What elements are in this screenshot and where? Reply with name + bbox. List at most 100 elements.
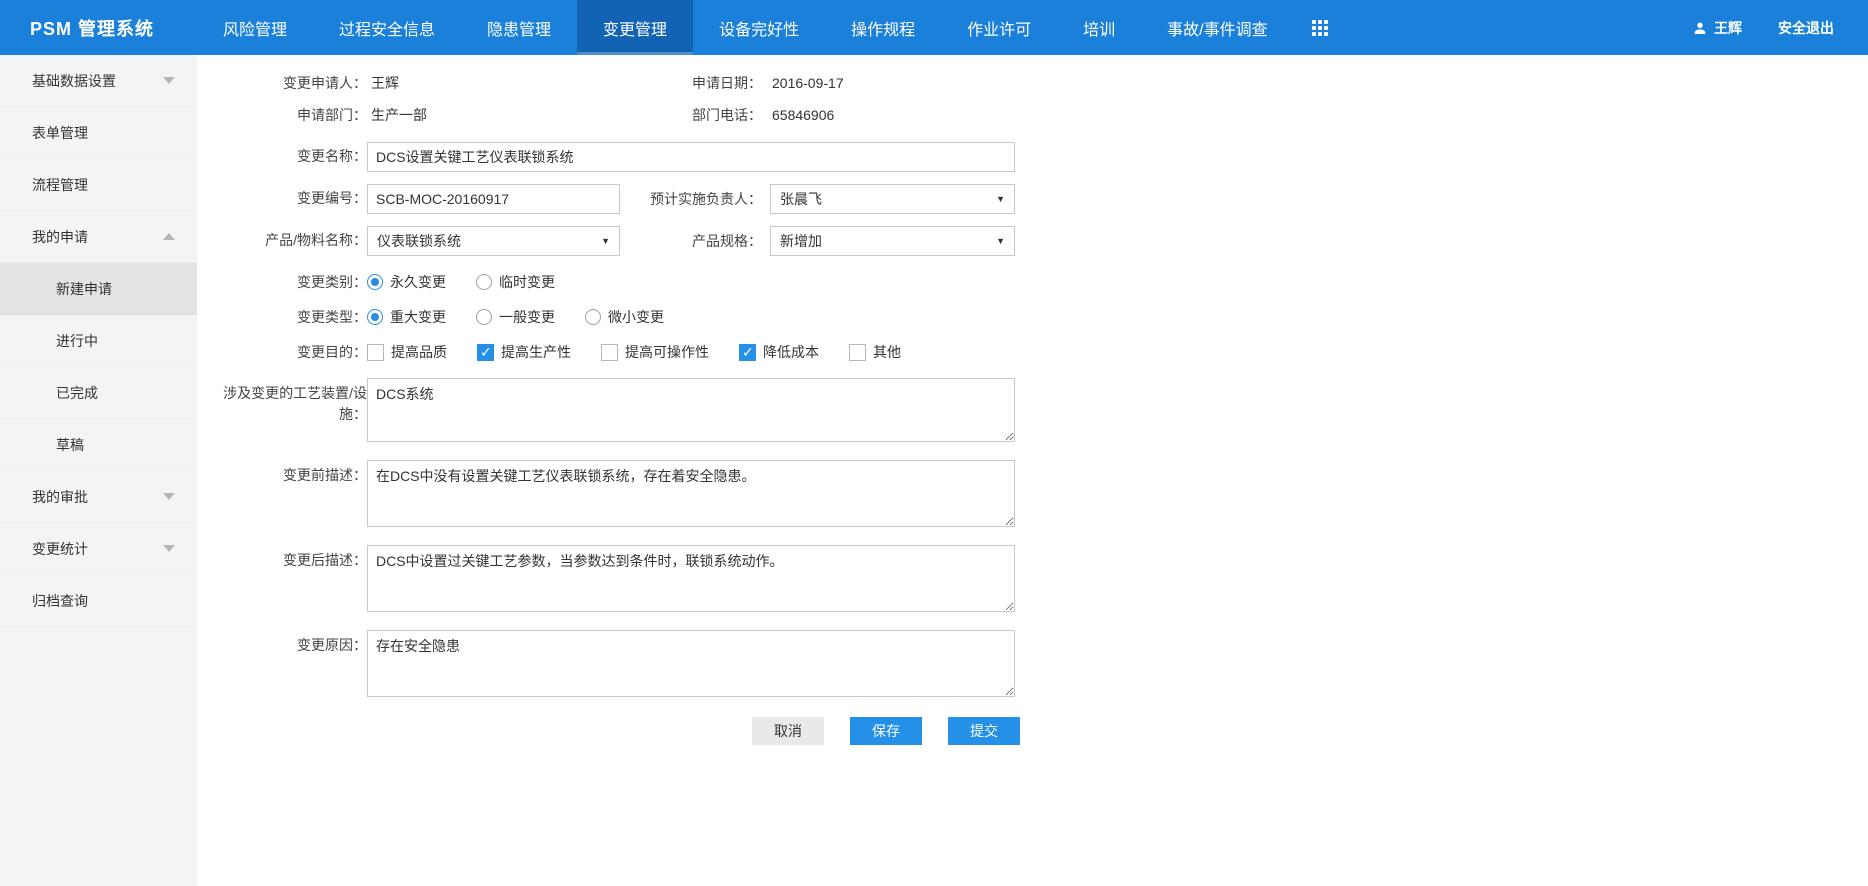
product-name-label: 产品/物料名称： [197, 230, 367, 250]
form-row-change-purpose: 变更目的： 提高品质 提高生产性 提高可操作性 降低成本 [197, 342, 1868, 362]
change-no-input[interactable] [367, 184, 620, 214]
form-actions: 取消 保存 提交 [752, 717, 1868, 745]
radio-icon[interactable] [476, 274, 492, 290]
radio-major-change[interactable]: 重大变更 [367, 307, 446, 327]
sidebar-item-label: 已完成 [56, 383, 98, 403]
radio-label: 永久变更 [390, 272, 446, 292]
nav-item-hazard[interactable]: 隐患管理 [461, 0, 577, 55]
sidebar-item-base-data[interactable]: 基础数据设置 [0, 55, 197, 107]
checkbox-improve-productivity[interactable]: 提高生产性 [477, 342, 571, 362]
radio-icon[interactable] [585, 309, 601, 325]
product-spec-label: 产品规格： [620, 231, 770, 251]
checkbox-icon[interactable] [477, 344, 494, 361]
nav-item-training[interactable]: 培训 [1057, 0, 1141, 55]
user-name: 王辉 [1714, 18, 1742, 38]
radio-icon[interactable] [476, 309, 492, 325]
form-row-change-name: 变更名称： [197, 142, 1868, 172]
product-name-select[interactable]: 仪表联锁系统 ▼ [367, 226, 620, 256]
dept-phone-label: 部门电话： [620, 105, 770, 125]
chevron-down-icon [163, 545, 175, 552]
submit-button[interactable]: 提交 [948, 717, 1020, 745]
sidebar-item-form-management[interactable]: 表单管理 [0, 107, 197, 159]
change-application-form: 变更申请人： 王辉 申请日期： 2016-09-17 申请部门： 生产一部 部门… [197, 55, 1868, 886]
radio-label: 临时变更 [499, 272, 555, 292]
sidebar-item-label: 变更统计 [32, 539, 88, 559]
form-row-change-category: 变更类别： 永久变更 临时变更 [197, 272, 1868, 292]
checkbox-icon[interactable] [367, 344, 384, 361]
sidebar-item-in-progress[interactable]: 进行中 [0, 315, 197, 367]
checkbox-icon[interactable] [739, 344, 756, 361]
checkbox-label: 其他 [873, 342, 901, 362]
radio-minor-change[interactable]: 微小变更 [585, 307, 664, 327]
sidebar-item-label: 我的审批 [32, 487, 88, 507]
nav-item-process-safety-info[interactable]: 过程安全信息 [313, 0, 461, 55]
topbar-right: 王辉 安全退出 [1692, 0, 1868, 55]
planned-owner-label: 预计实施负责人： [620, 189, 770, 209]
checkbox-icon[interactable] [849, 344, 866, 361]
radio-temporary-change[interactable]: 临时变更 [476, 272, 555, 292]
change-name-input[interactable] [367, 142, 1015, 172]
sidebar-item-archive-search[interactable]: 归档查询 [0, 575, 197, 627]
product-spec-select[interactable]: 新增加 ▼ [770, 226, 1015, 256]
change-category-label: 变更类别： [197, 272, 367, 292]
radio-icon[interactable] [367, 274, 383, 290]
checkbox-other[interactable]: 其他 [849, 342, 901, 362]
checkbox-label: 提高可操作性 [625, 342, 709, 362]
change-name-label: 变更名称： [197, 146, 367, 166]
sidebar-item-label: 草稿 [56, 435, 84, 455]
sidebar: 基础数据设置 表单管理 流程管理 我的申请 新建申请 进行中 已完成 [0, 55, 197, 886]
planned-owner-selected-value: 张晨飞 [780, 189, 822, 209]
change-type-label: 变更类型： [197, 307, 367, 327]
radio-icon[interactable] [367, 309, 383, 325]
before-desc-label: 变更前描述： [197, 460, 367, 485]
sidebar-item-draft[interactable]: 草稿 [0, 419, 197, 471]
planned-owner-select[interactable]: 张晨飞 ▼ [770, 184, 1015, 214]
chevron-down-icon [163, 493, 175, 500]
chevron-down-icon [163, 77, 175, 84]
change-purpose-label: 变更目的： [197, 342, 367, 362]
sidebar-item-label: 我的申请 [32, 227, 88, 247]
sidebar-item-change-statistics[interactable]: 变更统计 [0, 523, 197, 575]
user-menu[interactable]: 王辉 [1692, 18, 1742, 38]
radio-label: 重大变更 [390, 307, 446, 327]
checkbox-improve-operability[interactable]: 提高可操作性 [601, 342, 709, 362]
logout-button[interactable]: 安全退出 [1778, 18, 1834, 38]
form-row-reason: 变更原因： 存在安全隐患 [197, 630, 1868, 697]
sidebar-item-completed[interactable]: 已完成 [0, 367, 197, 419]
dropdown-arrow-icon: ▼ [996, 236, 1005, 246]
before-desc-textarea[interactable]: 在DCS中没有设置关键工艺仪表联锁系统，存在着安全隐患。 [367, 460, 1015, 527]
checkbox-reduce-cost[interactable]: 降低成本 [739, 342, 819, 362]
checkbox-improve-quality[interactable]: 提高品质 [367, 342, 447, 362]
sidebar-item-my-applications[interactable]: 我的申请 [0, 211, 197, 263]
dropdown-arrow-icon: ▼ [601, 236, 610, 246]
apps-grid-icon[interactable] [1312, 20, 1328, 36]
form-row-equipment: 涉及变更的工艺装置/设施： DCS系统 [197, 378, 1868, 442]
radio-general-change[interactable]: 一般变更 [476, 307, 555, 327]
user-icon [1692, 20, 1708, 36]
form-row-after-desc: 变更后描述： DCS中设置过关键工艺参数，当参数达到条件时，联锁系统动作。 [197, 545, 1868, 612]
sidebar-item-new-application[interactable]: 新建申请 [0, 263, 197, 315]
reason-textarea[interactable]: 存在安全隐患 [367, 630, 1015, 697]
nav-item-incident-investigation[interactable]: 事故/事件调查 [1141, 0, 1293, 55]
after-desc-textarea[interactable]: DCS中设置过关键工艺参数，当参数达到条件时，联锁系统动作。 [367, 545, 1015, 612]
form-row-change-no-owner: 变更编号： 预计实施负责人： 张晨飞 ▼ [197, 184, 1868, 214]
checkbox-label: 提高品质 [391, 342, 447, 362]
sidebar-item-label: 新建申请 [56, 279, 112, 299]
form-row-applicant-date: 变更申请人： 王辉 申请日期： 2016-09-17 [197, 73, 1868, 93]
nav-item-risk[interactable]: 风险管理 [197, 0, 313, 55]
form-row-change-type: 变更类型： 重大变更 一般变更 微小变更 [197, 307, 1868, 327]
sidebar-item-flow-management[interactable]: 流程管理 [0, 159, 197, 211]
cancel-button[interactable]: 取消 [752, 717, 824, 745]
equipment-textarea[interactable]: DCS系统 [367, 378, 1015, 442]
checkbox-icon[interactable] [601, 344, 618, 361]
save-button[interactable]: 保存 [850, 717, 922, 745]
nav-item-equipment-integrity[interactable]: 设备完好性 [693, 0, 825, 55]
nav-item-change-management[interactable]: 变更管理 [577, 0, 693, 55]
nav-item-operating-procedures[interactable]: 操作规程 [825, 0, 941, 55]
sidebar-item-my-approvals[interactable]: 我的审批 [0, 471, 197, 523]
nav-item-work-permit[interactable]: 作业许可 [941, 0, 1057, 55]
product-spec-selected-value: 新增加 [780, 231, 822, 251]
change-no-label: 变更编号： [197, 188, 367, 208]
radio-label: 微小变更 [608, 307, 664, 327]
radio-permanent-change[interactable]: 永久变更 [367, 272, 446, 292]
